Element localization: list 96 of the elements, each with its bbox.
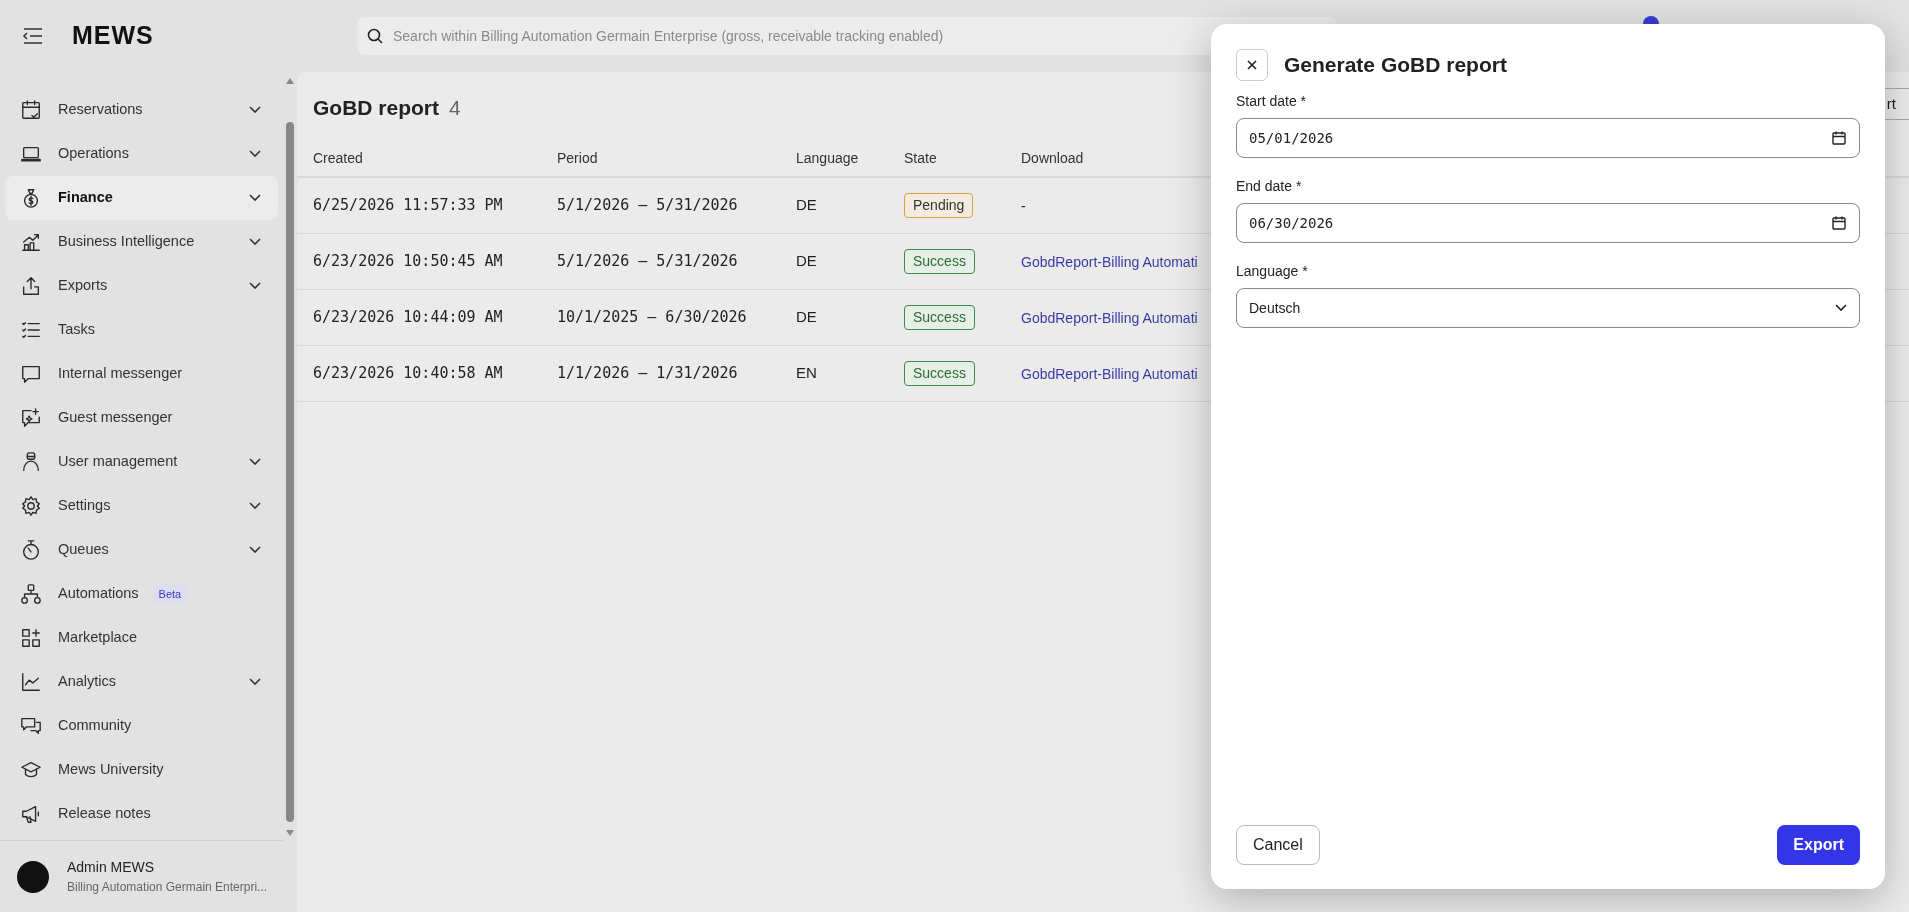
status-tag: Success <box>904 305 975 330</box>
avatar <box>17 860 49 893</box>
sidebar-item[interactable]: Exports <box>5 264 278 308</box>
sidebar-item[interactable]: Queues <box>5 528 278 572</box>
language-select[interactable]: Deutsch <box>1236 288 1860 328</box>
sidebar-label: Guest messenger <box>58 408 173 428</box>
bar-chart-icon <box>20 231 42 253</box>
export-button[interactable]: Export <box>1777 825 1860 865</box>
hierarchy-icon <box>20 583 42 605</box>
table-cell-text: DE <box>796 195 818 216</box>
sidebar-label: Reservations <box>58 100 143 120</box>
table-cell-text: DE <box>796 307 818 328</box>
sidebar-item[interactable]: Business Intelligence <box>5 220 278 264</box>
table-cell: - <box>1021 197 1026 214</box>
table-cell-text: DE <box>796 251 818 272</box>
table-cell-text: 6/23/2026 10:40:58 AM <box>313 363 504 385</box>
calendar-icon <box>1831 215 1847 231</box>
table-cell-text: 5/1/2026 – 5/31/2026 <box>557 195 739 217</box>
sidebar-label: Business Intelligence <box>58 232 195 252</box>
chat-bubbles-icon <box>20 715 42 737</box>
dialog-title: Generate GoBD report <box>1284 52 1507 79</box>
upload-icon <box>20 275 42 297</box>
sidebar-item[interactable]: Guest messenger <box>5 396 278 440</box>
checklist-icon <box>20 319 42 341</box>
gear-icon <box>20 495 42 517</box>
close-icon <box>1246 59 1258 71</box>
chevron-down-icon <box>1835 304 1847 312</box>
person-icon <box>20 451 42 473</box>
status-tag: Success <box>904 249 975 274</box>
column-header[interactable]: Created <box>313 147 557 169</box>
megaphone-icon <box>20 803 42 825</box>
sidebar-label: Internal messenger <box>58 364 183 384</box>
sidebar-label: Queues <box>58 540 109 560</box>
table-cell-text: 10/1/2025 – 6/30/2026 <box>557 307 748 329</box>
cancel-button[interactable]: Cancel <box>1236 825 1320 865</box>
sidebar-item[interactable]: Mews University <box>5 748 278 792</box>
download-link[interactable]: GobdReport-Billing Automati <box>1021 365 1198 382</box>
sidebar-item[interactable]: Reservations <box>5 88 278 132</box>
sidebar-item[interactable]: Internal messenger <box>5 352 278 396</box>
stopwatch-icon <box>20 539 42 561</box>
table-cell-text: EN <box>796 363 818 384</box>
table-cell-text: 1/1/2026 – 1/31/2026 <box>557 363 739 385</box>
line-chart-icon <box>20 671 42 693</box>
sidebar-item[interactable]: Community <box>5 704 278 748</box>
sidebar-item[interactable]: Automations Beta <box>5 572 278 616</box>
sidebar-item[interactable]: Tasks <box>5 308 278 352</box>
column-header[interactable]: State <box>904 147 1021 169</box>
download-link[interactable]: GobdReport-Billing Automati <box>1021 309 1198 326</box>
sidebar-item[interactable]: Finance <box>5 176 278 220</box>
table-cell-text: 6/25/2026 11:57:33 PM <box>313 195 504 217</box>
table-cell-text: 6/23/2026 10:44:09 AM <box>313 307 504 329</box>
date-field[interactable]: 05/01/2026 <box>1236 118 1860 158</box>
sidebar-label: Marketplace <box>58 628 137 648</box>
sidebar-label: Exports <box>58 276 108 296</box>
grid-plus-icon <box>20 627 42 649</box>
user-name: Admin MEWS <box>67 858 156 877</box>
sidebar-label: Settings <box>58 496 111 516</box>
calendar-icon <box>20 99 42 121</box>
search-icon <box>367 28 383 44</box>
status-tag: Pending <box>904 193 974 218</box>
search-field[interactable]: Search within Billing Automation Germain Enterprise (gross, receivable tracking enabled) <box>357 17 1337 55</box>
date-field[interactable]: 06/30/2026 <box>1236 203 1860 243</box>
download-link[interactable]: GobdReport-Billing Automati <box>1021 253 1198 270</box>
page-title: GoBD report <box>313 95 439 121</box>
column-header[interactable]: Language <box>796 147 904 169</box>
sidebar-item[interactable]: Marketplace <box>5 616 278 660</box>
sidebar-label: Analytics <box>58 672 117 692</box>
sidebar-label: Community <box>58 716 132 736</box>
sidebar-label: Release notes <box>58 804 151 824</box>
sidebar-label: Finance <box>58 188 113 208</box>
sidebar-item[interactable]: Settings <box>5 484 278 528</box>
menu-icon[interactable] <box>22 26 44 46</box>
beta-badge: Beta <box>152 584 188 604</box>
table-cell-text: 5/1/2026 – 5/31/2026 <box>557 251 739 273</box>
sidebar-item[interactable]: Release notes <box>5 792 278 836</box>
status-tag: Success <box>904 361 975 386</box>
sidebar-item[interactable]: Analytics <box>5 660 278 704</box>
chat-icon <box>20 363 42 385</box>
column-header[interactable]: Period <box>557 147 796 169</box>
sidebar-label: Automations <box>58 584 139 604</box>
field-label: Language * <box>1236 262 1309 281</box>
sidebar-label: Mews University <box>58 760 164 780</box>
sidebar-item[interactable]: Operations <box>5 132 278 176</box>
sidebar-item[interactable]: User management <box>5 440 278 484</box>
close-button[interactable] <box>1236 49 1268 81</box>
logo: MEWS <box>72 20 154 52</box>
property-name: Billing Automation Germain Enterpri... <box>67 879 268 896</box>
record-count: 4 <box>449 95 461 121</box>
chat-sparkle-icon <box>20 407 42 429</box>
sidebar-label: User management <box>58 452 178 472</box>
field-label: End date * <box>1236 177 1303 196</box>
sidebar-label: Operations <box>58 144 129 164</box>
sidebar-label: Tasks <box>58 320 96 340</box>
field-label: Start date * <box>1236 92 1308 111</box>
calendar-icon <box>1831 130 1847 146</box>
table-cell-text: 6/23/2026 10:50:45 AM <box>313 251 504 273</box>
